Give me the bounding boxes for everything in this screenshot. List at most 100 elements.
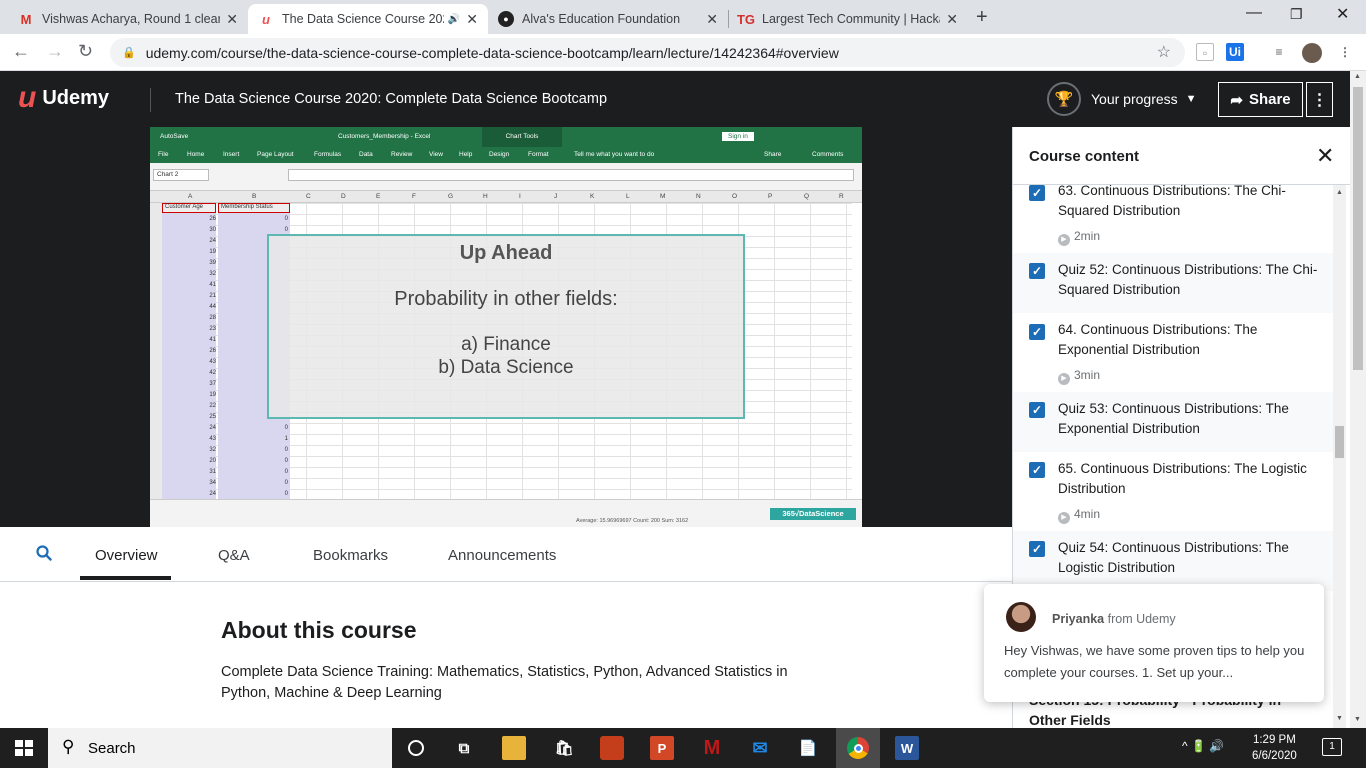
new-tab-button[interactable]: + — [976, 6, 988, 29]
excel-cell: 30 — [209, 227, 216, 233]
ui-extension-icon[interactable]: Ui — [1226, 43, 1244, 61]
media-app-icon[interactable] — [600, 736, 624, 760]
tab-bookmarks[interactable]: Bookmarks — [313, 547, 388, 564]
extension-icon[interactable]: ▫ — [1196, 43, 1214, 61]
reload-icon[interactable]: ↻ — [78, 41, 93, 62]
powerpoint-icon[interactable]: P — [650, 736, 674, 760]
maximize-button[interactable]: ❐ — [1290, 6, 1303, 23]
word-icon[interactable]: W — [895, 736, 919, 760]
browser-tab-techgig[interactable]: TG Largest Tech Community | Hackat ✕ — [728, 4, 968, 34]
task-view-icon[interactable]: ⧉ — [452, 736, 476, 760]
lecture-duration: ▶ 3min — [1058, 368, 1100, 385]
back-arrow-icon[interactable]: ← — [12, 41, 30, 62]
system-tray-icons[interactable]: ^ 🔋 🔊 — [1182, 739, 1224, 753]
media-queue-icon[interactable]: ≡ — [1270, 43, 1288, 61]
document-icon[interactable]: 📄 — [796, 736, 820, 760]
up-ahead-heading: Up Ahead — [459, 242, 553, 264]
mcafee-icon[interactable]: M — [700, 736, 724, 760]
udemy-logo[interactable]: u Udemy — [18, 83, 109, 113]
tab-overview[interactable]: Overview — [95, 547, 158, 564]
chat-notification-popup[interactable]: Priyanka from Udemy Hey Vishwas, we have… — [984, 584, 1324, 702]
cortana-icon[interactable] — [404, 736, 428, 760]
up-ahead-overlay: Up Ahead Probability in other fields: a)… — [267, 234, 745, 419]
lock-icon: 🔒 — [122, 47, 136, 59]
completed-checkbox[interactable]: ✓ — [1029, 185, 1045, 201]
excel-status-bar: Average: 15.96969697 Count: 200 Sum: 316… — [150, 499, 862, 527]
notification-center-icon[interactable]: 1 — [1322, 738, 1342, 756]
excel-cell: 19 — [209, 249, 216, 255]
udemy-icon: u — [262, 11, 270, 27]
profile-avatar[interactable] — [1302, 43, 1322, 63]
avatar — [1006, 602, 1036, 632]
course-title[interactable]: The Data Science Course 2020: Complete D… — [175, 91, 607, 107]
window-close-button[interactable]: ✕ — [1336, 4, 1349, 24]
page-scroll-thumb[interactable] — [1353, 87, 1363, 370]
close-icon[interactable]: ✕ — [706, 11, 718, 28]
quiz-item[interactable]: ✓ Quiz 54: Continuous Distributions: The… — [1013, 531, 1333, 591]
completed-checkbox[interactable]: ✓ — [1029, 263, 1045, 279]
github-icon: ● — [498, 11, 514, 27]
completed-checkbox[interactable]: ✓ — [1029, 541, 1045, 557]
browser-tab-github[interactable]: ● Alva's Education Foundation ✕ — [488, 4, 728, 34]
forward-arrow-icon[interactable]: → — [46, 41, 64, 62]
excel-cell: 0 — [284, 425, 288, 431]
taskbar-clock[interactable]: 1:29 PM 6/6/2020 — [1252, 732, 1297, 764]
share-button[interactable]: ➦ Share — [1218, 82, 1303, 117]
windows-start-icon[interactable] — [15, 740, 33, 756]
sidebar-scrollbar[interactable]: ▲ ▼ — [1333, 185, 1346, 728]
browser-tab-strip: M Vishwas Acharya, Round 1 cleare ✕ u Th… — [0, 0, 1366, 34]
browser-tab-udemy[interactable]: u The Data Science Course 202 🔊 ✕ — [248, 4, 488, 34]
excel-cell: 0 — [284, 458, 288, 464]
excel-cell: 25 — [209, 414, 216, 420]
browser-tab-gmail[interactable]: M Vishwas Acharya, Round 1 cleare ✕ — [8, 4, 248, 34]
minimize-button[interactable]: — — [1246, 4, 1262, 22]
excel-ribbon: File Home Insert Page Layout Formulas Da… — [150, 147, 862, 163]
video-player[interactable]: AutoSave Customers_Membership - Excel Ch… — [0, 127, 1012, 527]
excel-header-customer-age: Customer Age — [162, 203, 216, 213]
trophy-icon: 🏆 — [1047, 82, 1081, 116]
progress-dropdown[interactable]: 🏆 Your progress ▼ — [1047, 82, 1197, 116]
quiz-item[interactable]: ✓ Quiz 52: Continuous Distributions: The… — [1013, 253, 1333, 313]
taskbar-search-box[interactable]: ⚲ Search — [48, 728, 392, 768]
close-icon[interactable]: ✕ — [226, 11, 238, 28]
url-omnibox[interactable]: 🔒 udemy.com/course/the-data-science-cour… — [110, 38, 1185, 67]
lecture-duration: ▶ 4min — [1058, 507, 1100, 524]
mail-icon[interactable]: ✉ — [748, 736, 772, 760]
gmail-icon: M — [20, 11, 32, 27]
active-tab-indicator — [80, 576, 171, 580]
tab-announcements[interactable]: Announcements — [448, 547, 556, 564]
up-ahead-line: a) Finance — [461, 334, 551, 355]
completed-checkbox[interactable]: ✓ — [1029, 462, 1045, 478]
chat-message: Hey Vishwas, we have some proven tips to… — [1004, 643, 1305, 680]
tab-qa[interactable]: Q&A — [218, 547, 250, 564]
quiz-item[interactable]: ✓ Quiz 53: Continuous Distributions: The… — [1013, 392, 1333, 452]
excel-cell: 26 — [209, 216, 216, 222]
course-header: u Udemy The Data Science Course 2020: Co… — [0, 71, 1350, 127]
close-icon[interactable]: ✕ — [466, 11, 478, 28]
lecture-duration: ▶ 2min — [1058, 229, 1100, 246]
store-icon[interactable]: 🛍 — [552, 736, 576, 760]
up-ahead-line: Probability in other fields: — [394, 288, 618, 310]
page-scrollbar[interactable]: ▲ ▼ — [1350, 71, 1366, 728]
excel-cell: 26 — [209, 348, 216, 354]
search-icon: ⚲ — [62, 737, 75, 756]
excel-cell: 42 — [209, 370, 216, 376]
excel-cell: 1 — [284, 436, 288, 442]
speaker-icon[interactable]: 🔊 — [448, 14, 460, 25]
completed-checkbox[interactable]: ✓ — [1029, 402, 1045, 418]
more-options-button[interactable]: ⋮ — [1306, 82, 1333, 117]
browser-menu-icon[interactable]: ⋮ — [1336, 43, 1354, 61]
excel-cell: 32 — [209, 271, 216, 277]
close-icon[interactable]: ✕ — [1316, 143, 1334, 169]
excel-row-headers — [150, 203, 162, 499]
file-explorer-icon[interactable] — [502, 736, 526, 760]
chrome-icon[interactable] — [846, 736, 870, 760]
search-icon[interactable] — [36, 545, 52, 561]
sidebar-scroll-thumb[interactable] — [1335, 426, 1344, 458]
bookmark-star-icon[interactable]: ☆ — [1157, 42, 1171, 62]
completed-checkbox[interactable]: ✓ — [1029, 324, 1045, 340]
course-content-header: Course content ✕ — [1013, 127, 1350, 185]
chevron-down-icon: ▼ — [1185, 93, 1197, 105]
excel-cell: 24 — [209, 425, 216, 431]
close-icon[interactable]: ✕ — [946, 11, 958, 28]
